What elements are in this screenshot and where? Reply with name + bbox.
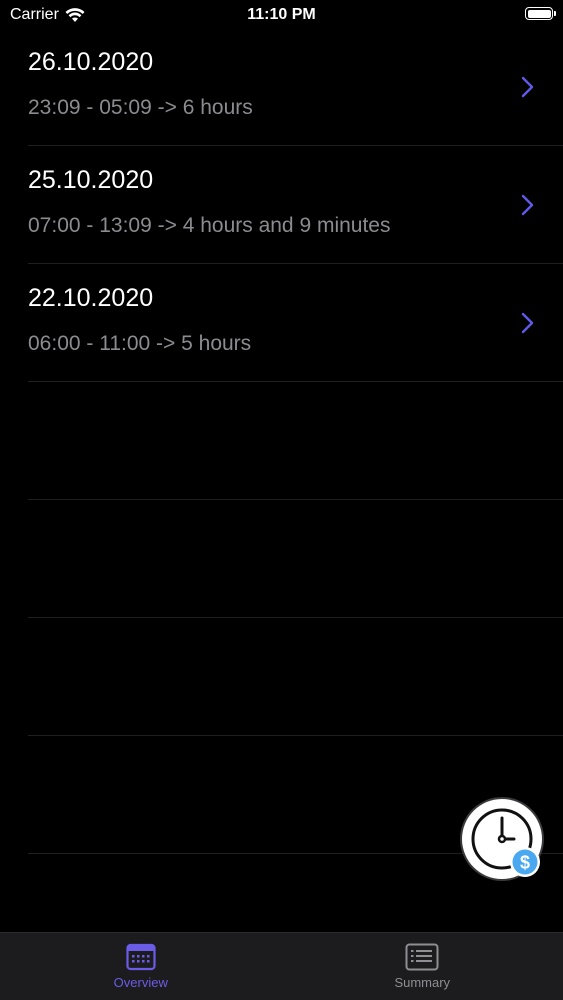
entry-summary: 07:00 - 13:09 -> 4 hours and 9 minutes — [28, 214, 391, 237]
tab-label: Overview — [113, 975, 168, 990]
list-item[interactable]: 22.10.2020 06:00 - 11:00 -> 5 hours — [0, 264, 563, 382]
list-document-icon — [405, 943, 439, 971]
tab-bar: Overview Summary — [0, 932, 563, 1000]
battery-icon — [525, 7, 556, 20]
entry-date: 26.10.2020 — [28, 48, 154, 76]
tab-label: Summary — [394, 975, 451, 990]
chevron-right-icon — [521, 312, 534, 334]
empty-row — [0, 618, 563, 736]
calendar-icon — [126, 943, 156, 971]
status-bar: Carrier 11:10 PM — [0, 0, 563, 30]
entry-summary: 06:00 - 11:00 -> 5 hours — [28, 332, 252, 355]
list-item[interactable]: 26.10.2020 23:09 - 05:09 -> 6 hours — [0, 28, 563, 146]
empty-row — [0, 500, 563, 618]
add-entry-button[interactable]: $ — [462, 799, 542, 879]
battery-fill — [527, 9, 551, 18]
entry-date: 25.10.2020 — [28, 166, 154, 194]
tab-overview[interactable]: Overview — [0, 933, 282, 1000]
list-item[interactable]: 25.10.2020 07:00 - 13:09 -> 4 hours and … — [0, 146, 563, 264]
entry-date: 22.10.2020 — [28, 284, 154, 312]
entries-list: 26.10.2020 23:09 - 05:09 -> 6 hours 25.1… — [0, 28, 563, 854]
svg-text:$: $ — [520, 853, 530, 873]
tab-summary[interactable]: Summary — [282, 933, 563, 1000]
status-time: 11:10 PM — [247, 6, 316, 23]
chevron-right-icon — [521, 76, 534, 98]
clock-dollar-icon: $ — [471, 808, 540, 877]
entry-summary: 23:09 - 05:09 -> 6 hours — [28, 96, 253, 119]
empty-row — [0, 382, 563, 500]
chevron-right-icon — [521, 194, 534, 216]
